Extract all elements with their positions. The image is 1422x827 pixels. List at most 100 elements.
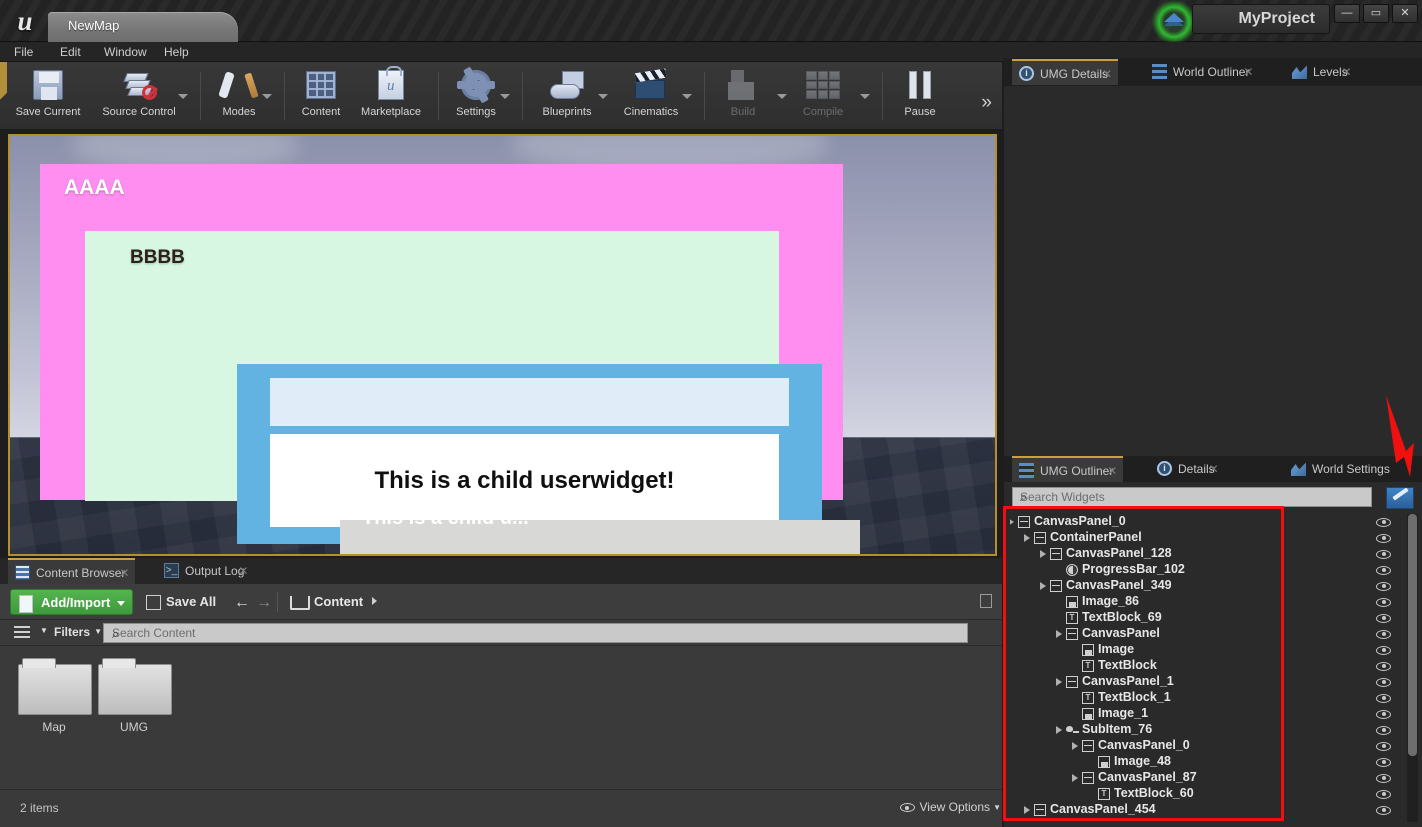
search-widgets-input[interactable]: Search Widgets ⌕	[1012, 487, 1372, 507]
tree-row[interactable]: Image_86	[1010, 594, 1380, 610]
tree-row[interactable]: CanvasPanel_1	[1010, 674, 1380, 690]
tab-umg-outliner[interactable]: UMG Outliner ✕	[1012, 456, 1124, 484]
asset-item-umg[interactable]: UMG	[84, 658, 184, 734]
menu-item-edit[interactable]: Edit	[60, 45, 81, 59]
tree-row[interactable]: CanvasPanel_349	[1010, 578, 1380, 594]
toolbar-overflow-icon[interactable]: »	[981, 92, 992, 114]
toolbar-settings[interactable]: Settings	[446, 66, 506, 126]
toolbar-pause[interactable]: Pause	[892, 66, 948, 126]
tree-row[interactable]: Image_48	[1010, 754, 1380, 770]
source-control-dropdown-icon[interactable]	[178, 94, 188, 99]
toolbar-cinematics[interactable]: Cinematics	[614, 66, 688, 126]
toolbar-modes[interactable]: Modes	[210, 66, 268, 126]
tab-umg-details[interactable]: i UMG Details ✕	[1012, 59, 1119, 87]
menu-item-file[interactable]: File	[14, 45, 33, 59]
tree-row[interactable]: T TextBlock_1	[1010, 690, 1380, 706]
tree-row[interactable]: CanvasPanel_0	[1010, 738, 1380, 754]
expand-arrow-icon[interactable]	[1056, 678, 1062, 686]
visibility-toggle[interactable]	[1376, 562, 1394, 578]
tab-content-browser[interactable]: Content Browser ✕	[8, 558, 136, 586]
close-button[interactable]: ✕	[1392, 4, 1418, 23]
close-icon[interactable]: ✕	[238, 558, 248, 584]
visibility-toggle[interactable]	[1376, 530, 1394, 546]
view-options-button[interactable]: View Options ▼	[899, 800, 1001, 814]
visibility-toggle[interactable]	[1376, 658, 1394, 674]
expand-arrow-icon[interactable]	[1010, 518, 1014, 526]
close-icon[interactable]: ✕	[1243, 59, 1253, 85]
tree-row[interactable]: CanvasPanel_87	[1010, 770, 1380, 786]
visibility-toggle[interactable]	[1376, 578, 1394, 594]
toolbar-blueprints[interactable]: Blueprints	[530, 66, 604, 126]
toolbar-marketplace[interactable]: Marketplace	[352, 66, 430, 126]
visibility-toggle[interactable]	[1376, 754, 1394, 770]
compile-dropdown-icon[interactable]	[860, 94, 870, 99]
visibility-toggle[interactable]	[1376, 738, 1394, 754]
visibility-toggle[interactable]	[1376, 674, 1394, 690]
expand-arrow-icon[interactable]	[1024, 806, 1030, 814]
lock-icon[interactable]	[980, 594, 992, 608]
expand-arrow-icon[interactable]	[1040, 550, 1046, 558]
close-icon[interactable]: ✕	[119, 560, 129, 586]
search-icon[interactable]: ⌕	[112, 626, 961, 642]
clipped-child-widget[interactable]: This is a child u...	[340, 520, 860, 554]
tree-row[interactable]: Image	[1010, 642, 1380, 658]
close-icon[interactable]: ✕	[1102, 61, 1112, 87]
asset-grid[interactable]: Map UMG	[0, 646, 1002, 789]
close-icon[interactable]: ✕	[1342, 59, 1352, 85]
visibility-toggle[interactable]	[1376, 722, 1394, 738]
tree-row[interactable]: ContainerPanel	[1010, 530, 1380, 546]
field-panel[interactable]	[270, 378, 789, 426]
expand-arrow-icon[interactable]	[1072, 742, 1078, 750]
child-widget-panel[interactable]: This is a child userwidget!	[270, 434, 779, 527]
expand-arrow-icon[interactable]	[1056, 630, 1062, 638]
breadcrumb[interactable]: Content	[290, 594, 378, 610]
visibility-toggle[interactable]	[1376, 706, 1394, 722]
tree-row[interactable]: CanvasPanel_128	[1010, 546, 1380, 562]
search-icon[interactable]: ⌕	[1020, 489, 1366, 505]
outer-widget-panel[interactable]: AAAA BBBB This is a child userwidget!	[40, 164, 843, 544]
menu-item-help[interactable]: Help	[164, 45, 189, 59]
toolbar-source-control[interactable]: Source Control	[92, 66, 186, 126]
visibility-toggle[interactable]	[1376, 610, 1394, 626]
tree-row[interactable]: T TextBlock_60	[1010, 786, 1380, 802]
visibility-toggle[interactable]	[1376, 514, 1394, 530]
tree-row[interactable]: CanvasPanel_454	[1010, 802, 1380, 818]
content-search-input[interactable]: Search Content ⌕	[103, 623, 968, 643]
build-dropdown-icon[interactable]	[777, 94, 787, 99]
expand-arrow-icon[interactable]	[1040, 582, 1046, 590]
expand-arrow-icon[interactable]	[1072, 774, 1078, 782]
visibility-toggle[interactable]	[1376, 546, 1394, 562]
maximize-button[interactable]: ▭	[1363, 4, 1389, 23]
list-view-icon[interactable]	[14, 626, 30, 639]
tree-scrollbar[interactable]	[1407, 514, 1418, 822]
toolbar-content[interactable]: Content	[292, 66, 350, 126]
chevron-right-icon[interactable]	[372, 597, 378, 605]
menu-item-window[interactable]: Window	[104, 45, 147, 59]
tab-output-log[interactable]: >_ Output Log ✕	[157, 558, 254, 584]
visibility-toggle[interactable]	[1376, 770, 1394, 786]
close-icon[interactable]: ✕	[1209, 456, 1219, 482]
toolbar-compile[interactable]: Compile	[792, 66, 854, 126]
accent-widget-panel[interactable]: This is a child userwidget!	[237, 364, 822, 544]
level-viewport[interactable]: AAAA BBBB This is a child userwidget! Th…	[8, 134, 997, 556]
visibility-toggle[interactable]	[1376, 594, 1394, 610]
filters-button[interactable]: Filters ▼	[40, 625, 102, 639]
modes-dropdown-icon[interactable]	[262, 94, 272, 99]
visibility-toggle[interactable]	[1376, 786, 1394, 802]
visibility-toggle[interactable]	[1376, 802, 1394, 818]
back-button[interactable]: ←	[234, 594, 250, 612]
forward-button[interactable]: →	[256, 594, 272, 612]
tab-world-settings[interactable]: World Settings	[1284, 456, 1400, 482]
expand-arrow-icon[interactable]	[1056, 726, 1062, 734]
minimize-button[interactable]: —	[1334, 4, 1360, 23]
close-icon[interactable]: ✕	[1107, 458, 1117, 484]
tree-row[interactable]: CanvasPanel	[1010, 626, 1380, 642]
widget-tree[interactable]: CanvasPanel_0 ContainerPanel CanvasPanel_1…	[1010, 514, 1380, 822]
tree-row[interactable]: Image_1	[1010, 706, 1380, 722]
tree-row[interactable]: T TextBlock	[1010, 658, 1380, 674]
toolbar-save-current[interactable]: Save Current	[10, 66, 86, 126]
blueprints-dropdown-icon[interactable]	[598, 94, 608, 99]
tab-world-outliner[interactable]: World Outliner ✕	[1145, 59, 1259, 85]
tab-details[interactable]: i Details ✕	[1150, 456, 1225, 482]
visibility-toggle[interactable]	[1376, 690, 1394, 706]
